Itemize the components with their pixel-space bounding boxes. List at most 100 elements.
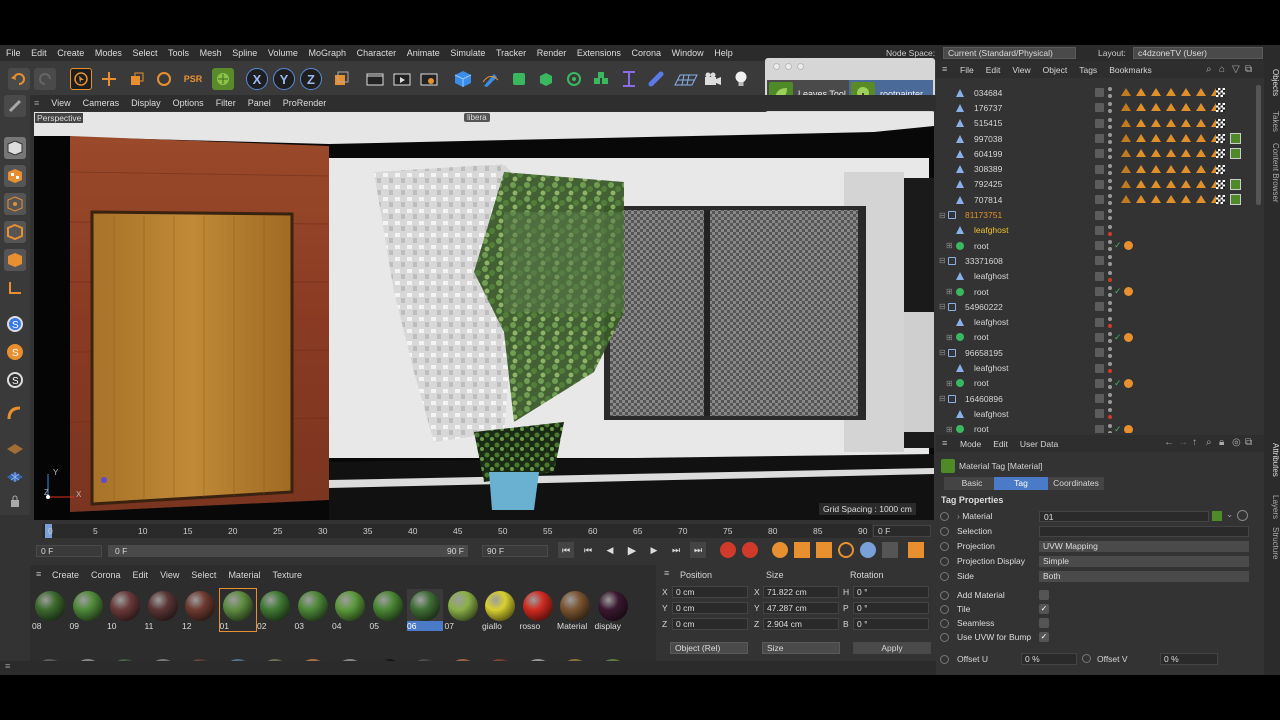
scale-icon[interactable] [126, 68, 148, 90]
ik-tag-icon[interactable] [1151, 88, 1161, 96]
size-field[interactable]: 71.822 cm [763, 586, 839, 598]
viewport-menu-display[interactable]: Display [131, 98, 161, 108]
move-select-icon[interactable] [70, 68, 92, 90]
window-zoom-icon[interactable] [797, 63, 804, 70]
offset-v-keyframe-icon[interactable] [1082, 654, 1091, 663]
tweak-icon[interactable] [4, 403, 26, 425]
menu-item-corona[interactable]: Corona [632, 48, 662, 58]
attr-new-window-icon[interactable]: ⧉ [1245, 437, 1252, 448]
rotate-icon[interactable] [153, 68, 175, 90]
layer-checkbox[interactable] [1095, 179, 1104, 189]
viewport-menu-panel[interactable]: Panel [248, 98, 271, 108]
editor-visibility-dot[interactable] [1108, 194, 1112, 199]
tab-layers[interactable]: Layers [1264, 495, 1280, 519]
mograph-icon[interactable] [590, 68, 612, 90]
menu-item-extensions[interactable]: Extensions [577, 48, 621, 58]
ik-tag-icon[interactable] [1181, 164, 1191, 173]
editor-visibility-dot[interactable] [1108, 132, 1112, 137]
object-menu-bookmarks[interactable]: Bookmarks [1109, 65, 1152, 75]
menu-item-mograph[interactable]: MoGraph [309, 48, 347, 58]
filter-icon[interactable]: ▽ [1232, 64, 1240, 75]
editor-visibility-dot[interactable] [1108, 224, 1112, 229]
ik-tag-icon[interactable] [1181, 118, 1191, 127]
position-field[interactable]: 0 cm [672, 618, 748, 630]
viewport-menu-filter[interactable]: Filter [216, 98, 236, 108]
ik-tag-icon[interactable] [1196, 133, 1206, 142]
material-menu-corona[interactable]: Corona [91, 570, 121, 580]
object-row[interactable]: ⊞ root ✓ [936, 330, 1246, 345]
projection-keyframe-icon[interactable] [940, 541, 949, 551]
ik-tag-icon[interactable] [1181, 195, 1191, 204]
new-window-icon[interactable]: ⧉ [1245, 64, 1252, 75]
snap-settings-icon[interactable]: S [4, 341, 26, 363]
object-menu-file[interactable]: File [960, 65, 974, 75]
texture-tag-icon[interactable] [1216, 103, 1225, 113]
attr-menu-user-data[interactable]: User Data [1020, 439, 1058, 449]
tab-objects[interactable]: Objects [1264, 69, 1280, 96]
viewport-menu-options[interactable]: Options [173, 98, 204, 108]
menu-item-create[interactable]: Create [57, 48, 84, 58]
viewport[interactable]: Perspective libera Y Z X Grid Spacing : … [34, 112, 934, 520]
texture-tag-icon[interactable] [1216, 88, 1225, 98]
layer-checkbox[interactable] [1095, 225, 1104, 235]
undo-icon[interactable] [8, 68, 30, 90]
material-swatch[interactable]: rosso [520, 589, 556, 631]
make-editable-icon[interactable] [4, 95, 26, 117]
start-frame-field[interactable]: 0 F [36, 545, 102, 557]
object-row[interactable]: ⊟ 81173751 [936, 207, 1246, 222]
ik-tag-icon[interactable] [1121, 103, 1131, 112]
object-row[interactable]: 308389 [936, 162, 1246, 177]
ik-tag-icon[interactable] [1181, 133, 1191, 142]
material-menu-edit[interactable]: Edit [133, 570, 149, 580]
object-scrollbar[interactable] [1256, 85, 1261, 205]
root-tag-icon[interactable] [1124, 287, 1133, 297]
material-swatch[interactable]: 11 [145, 589, 181, 631]
move-icon[interactable] [98, 68, 120, 90]
editor-visibility-dot[interactable] [1108, 301, 1112, 306]
object-row[interactable]: ⊞ root ✓ [936, 284, 1246, 299]
material-menu-material[interactable]: Material [228, 570, 260, 580]
ik-tag-icon[interactable] [1151, 179, 1161, 188]
object-row[interactable]: 034684 [936, 85, 1246, 100]
editor-visibility-dot[interactable] [1108, 102, 1112, 107]
ik-tag-icon[interactable] [1181, 149, 1191, 158]
object-row[interactable]: 515415 [936, 116, 1246, 131]
ik-tag-icon[interactable] [1136, 149, 1146, 158]
ik-tag-icon[interactable] [1136, 164, 1146, 173]
object-menu-object[interactable]: Object [1043, 65, 1068, 75]
seamless-checkbox[interactable] [1039, 618, 1049, 628]
material-swatch[interactable]: 01 [218, 588, 257, 632]
root-tag-icon[interactable] [1124, 241, 1133, 251]
layer-checkbox[interactable] [1095, 271, 1104, 281]
object-row[interactable]: 604199 [936, 146, 1246, 161]
rotation-field[interactable]: 0 ° [853, 618, 929, 630]
point-mode-icon[interactable] [4, 193, 26, 215]
ik-tag-icon[interactable] [1121, 88, 1131, 96]
expand-toggle-icon[interactable]: ⊟ [939, 394, 946, 403]
render-visibility-dot[interactable] [1108, 185, 1112, 190]
material-tag-icon[interactable] [1230, 148, 1241, 160]
render-visibility-dot[interactable] [1108, 308, 1112, 313]
layer-checkbox[interactable] [1095, 241, 1104, 251]
use-uvw-keyframe-icon[interactable] [940, 632, 949, 642]
expand-toggle-icon[interactable]: ⊟ [939, 256, 946, 265]
render-visibility-dot[interactable] [1108, 400, 1112, 404]
viewport-menu-cameras[interactable]: Cameras [83, 98, 120, 108]
back-arrow-icon[interactable]: ← [1164, 437, 1174, 448]
layer-checkbox[interactable] [1095, 149, 1104, 159]
menu-item-help[interactable]: Help [714, 48, 733, 58]
menu-item-file[interactable]: File [6, 48, 21, 58]
layer-checkbox[interactable] [1095, 394, 1104, 404]
editor-visibility-dot[interactable] [1108, 240, 1112, 244]
goto-end-icon[interactable]: ⏭ [690, 542, 706, 558]
layer-checkbox[interactable] [1095, 424, 1104, 433]
ik-tag-icon[interactable] [1121, 149, 1131, 158]
autokey-icon[interactable] [742, 542, 758, 558]
subdivision-surface-icon[interactable] [508, 68, 530, 90]
editor-visibility-dot[interactable] [1108, 331, 1112, 336]
tile-checkbox[interactable]: ✓ [1039, 604, 1049, 614]
ik-tag-icon[interactable] [1151, 103, 1161, 112]
pen-spline-icon[interactable] [480, 68, 502, 90]
object-row[interactable]: 707814 [936, 192, 1246, 207]
key-move-icon[interactable] [794, 542, 810, 558]
